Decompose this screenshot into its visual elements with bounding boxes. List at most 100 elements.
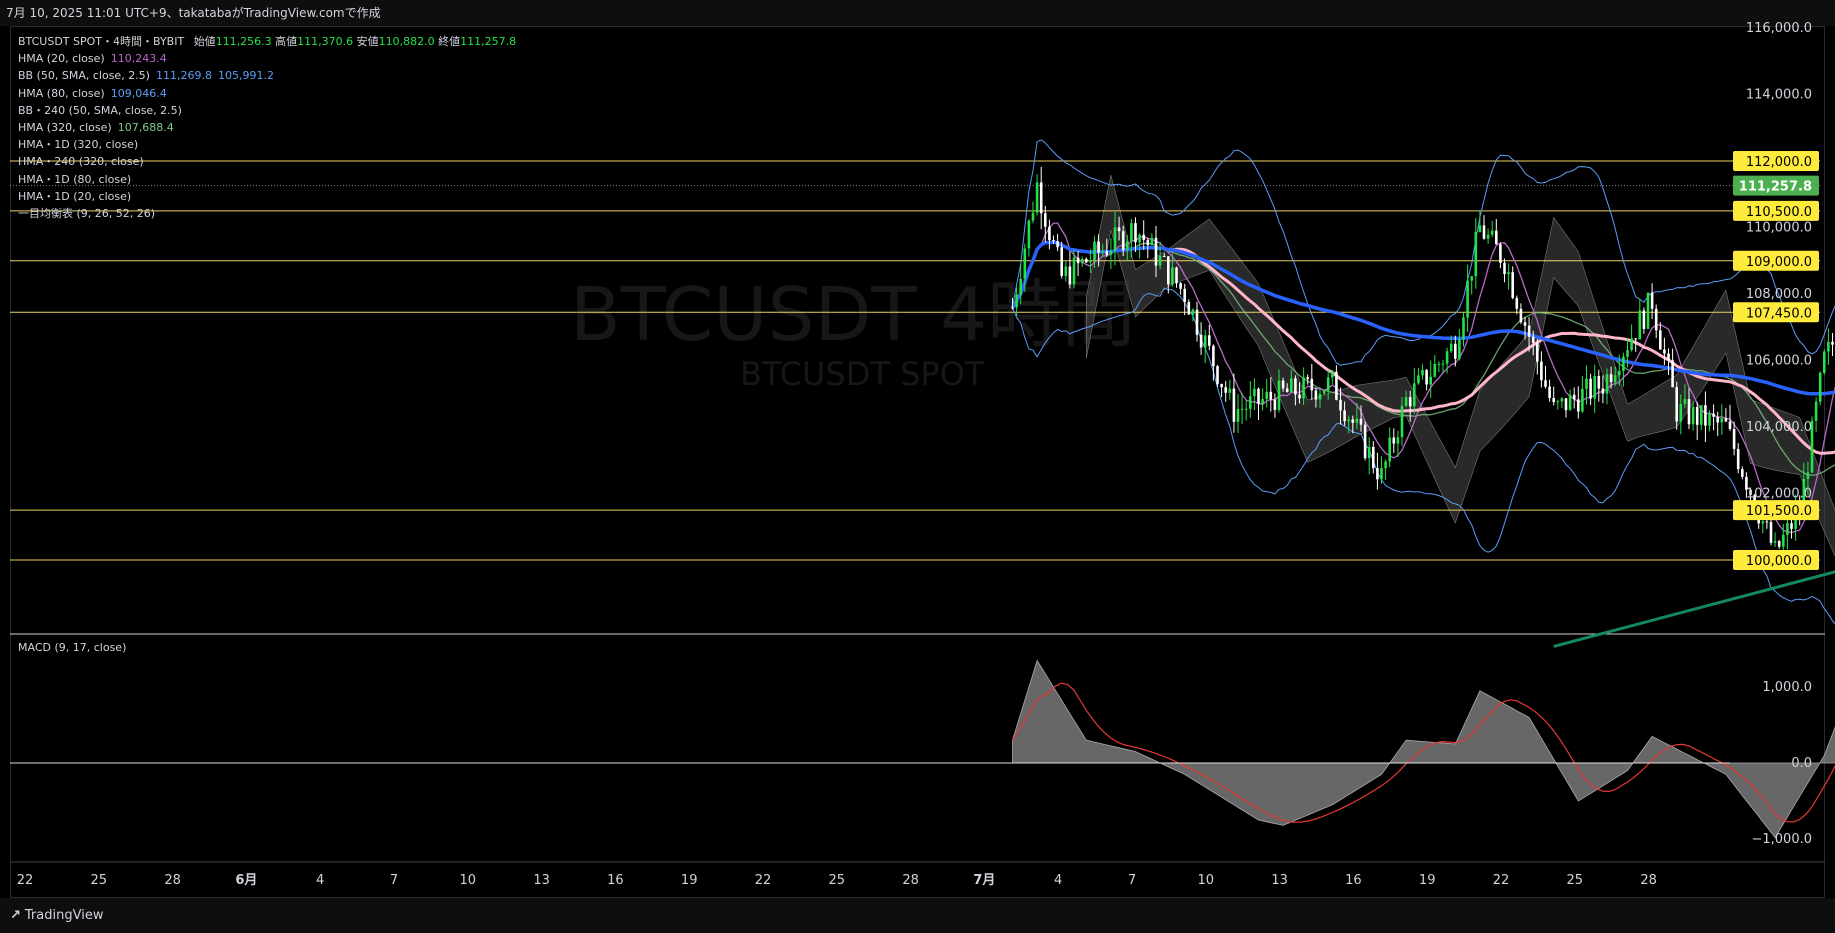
candle-body[interactable]: [1105, 251, 1109, 255]
candle-body[interactable]: [1310, 378, 1314, 391]
candle-body[interactable]: [1076, 257, 1080, 264]
candle-body[interactable]: [1249, 396, 1252, 409]
candle-body[interactable]: [1536, 342, 1539, 362]
candle-body[interactable]: [1281, 380, 1285, 389]
candle-body[interactable]: [1769, 522, 1773, 543]
candle-body[interactable]: [1093, 241, 1096, 261]
candle-body[interactable]: [1568, 394, 1572, 411]
candle-body[interactable]: [1220, 384, 1223, 388]
candle-body[interactable]: [1638, 310, 1642, 340]
candle-body[interactable]: [1515, 297, 1519, 309]
candle-body[interactable]: [1478, 225, 1482, 233]
candle-body[interactable]: [1232, 388, 1236, 422]
indicator-legend-row[interactable]: BB・240 (50, SMA, close, 2.5): [18, 102, 516, 119]
candle-body[interactable]: [1704, 405, 1707, 426]
indicator-legend-row[interactable]: HMA (80, close) 109,046.4: [18, 85, 516, 102]
candle-body[interactable]: [1388, 437, 1391, 462]
candle-body[interactable]: [1413, 383, 1416, 407]
candle-body[interactable]: [1654, 308, 1658, 331]
candle-body[interactable]: [1486, 234, 1490, 239]
candle-body[interactable]: [1663, 349, 1666, 354]
candle-body[interactable]: [1503, 262, 1506, 275]
candle-body[interactable]: [1724, 418, 1728, 422]
candle-body[interactable]: [1777, 541, 1781, 547]
candle-body[interactable]: [1240, 408, 1244, 410]
candle-body[interactable]: [1085, 258, 1088, 263]
candle-body[interactable]: [1622, 356, 1625, 371]
candle-body[interactable]: [1195, 309, 1199, 335]
candle-body[interactable]: [1244, 408, 1248, 410]
candle-body[interactable]: [1126, 241, 1129, 251]
indicator-legend-row[interactable]: HMA・240 (320, close): [18, 153, 516, 170]
candle-body[interactable]: [1117, 227, 1121, 232]
candle-body[interactable]: [1634, 338, 1637, 340]
candle-body[interactable]: [1609, 374, 1613, 383]
candle-body[interactable]: [1027, 220, 1031, 249]
candle-body[interactable]: [1335, 371, 1338, 400]
candle-body[interactable]: [1326, 377, 1330, 391]
candle-body[interactable]: [1708, 413, 1711, 426]
candle-body[interactable]: [1572, 394, 1576, 400]
candle-body[interactable]: [1630, 338, 1633, 350]
candle-body[interactable]: [1761, 521, 1765, 524]
candle-body[interactable]: [1023, 248, 1027, 279]
candle-body[interactable]: [1158, 255, 1162, 266]
candle-body[interactable]: [1277, 380, 1281, 410]
candle-body[interactable]: [1162, 255, 1166, 257]
candle-body[interactable]: [1618, 370, 1621, 376]
symbol-legend-row[interactable]: BTCUSDT SPOT・4時間・BYBIT 始値111,256.3 高値111…: [18, 33, 516, 50]
candle-body[interactable]: [1150, 237, 1154, 246]
candle-body[interactable]: [1556, 401, 1560, 403]
candle-body[interactable]: [1121, 231, 1125, 251]
candle-body[interactable]: [1458, 339, 1461, 359]
candle-body[interactable]: [1425, 369, 1428, 385]
candle-body[interactable]: [1306, 377, 1309, 379]
indicator-legend-row[interactable]: HMA・1D (320, close): [18, 136, 516, 153]
candle-body[interactable]: [1314, 390, 1318, 400]
candle-body[interactable]: [1015, 294, 1018, 308]
candle-body[interactable]: [1372, 446, 1375, 469]
candle-body[interactable]: [1499, 244, 1502, 263]
candle-body[interactable]: [1466, 280, 1469, 318]
candle-body[interactable]: [1441, 363, 1445, 365]
candle-body[interactable]: [1531, 336, 1535, 343]
candle-body[interactable]: [1302, 377, 1305, 399]
candle-body[interactable]: [1011, 307, 1014, 309]
candle-body[interactable]: [1322, 390, 1326, 394]
candle-body[interactable]: [1417, 375, 1420, 384]
candle-body[interactable]: [1548, 386, 1551, 399]
candle-body[interactable]: [1154, 237, 1158, 266]
candle-body[interactable]: [1056, 241, 1059, 248]
candle-body[interactable]: [1236, 409, 1240, 422]
candle-body[interactable]: [1216, 366, 1219, 385]
candle-body[interactable]: [1687, 399, 1691, 425]
candle-body[interactable]: [1347, 419, 1350, 422]
candle-body[interactable]: [1523, 322, 1527, 326]
candle-body[interactable]: [1831, 341, 1834, 345]
candle-body[interactable]: [1482, 225, 1486, 239]
candle-body[interactable]: [1060, 247, 1063, 276]
candle-body[interactable]: [1039, 182, 1043, 214]
candle-body[interactable]: [1228, 388, 1232, 393]
candle-body[interactable]: [1269, 391, 1273, 400]
candle-body[interactable]: [1827, 341, 1830, 352]
candle-body[interactable]: [1253, 388, 1256, 397]
candle-body[interactable]: [1109, 250, 1113, 255]
candle-body[interactable]: [1445, 351, 1449, 364]
candle-body[interactable]: [1138, 234, 1141, 243]
candle-body[interactable]: [1720, 418, 1724, 423]
candle-body[interactable]: [1732, 428, 1736, 449]
candle-body[interactable]: [1470, 276, 1473, 281]
candle-body[interactable]: [1613, 375, 1617, 383]
candle-body[interactable]: [1257, 388, 1260, 404]
candle-body[interactable]: [1318, 393, 1322, 400]
candle-body[interactable]: [1048, 226, 1051, 241]
candle-body[interactable]: [1179, 283, 1182, 289]
candle-body[interactable]: [1474, 232, 1478, 277]
candle-body[interactable]: [1167, 256, 1170, 285]
candle-body[interactable]: [1667, 353, 1670, 361]
candle-body[interactable]: [1671, 360, 1674, 388]
candle-body[interactable]: [1449, 343, 1453, 352]
candle-body[interactable]: [1044, 213, 1047, 227]
candle-body[interactable]: [1273, 399, 1277, 410]
